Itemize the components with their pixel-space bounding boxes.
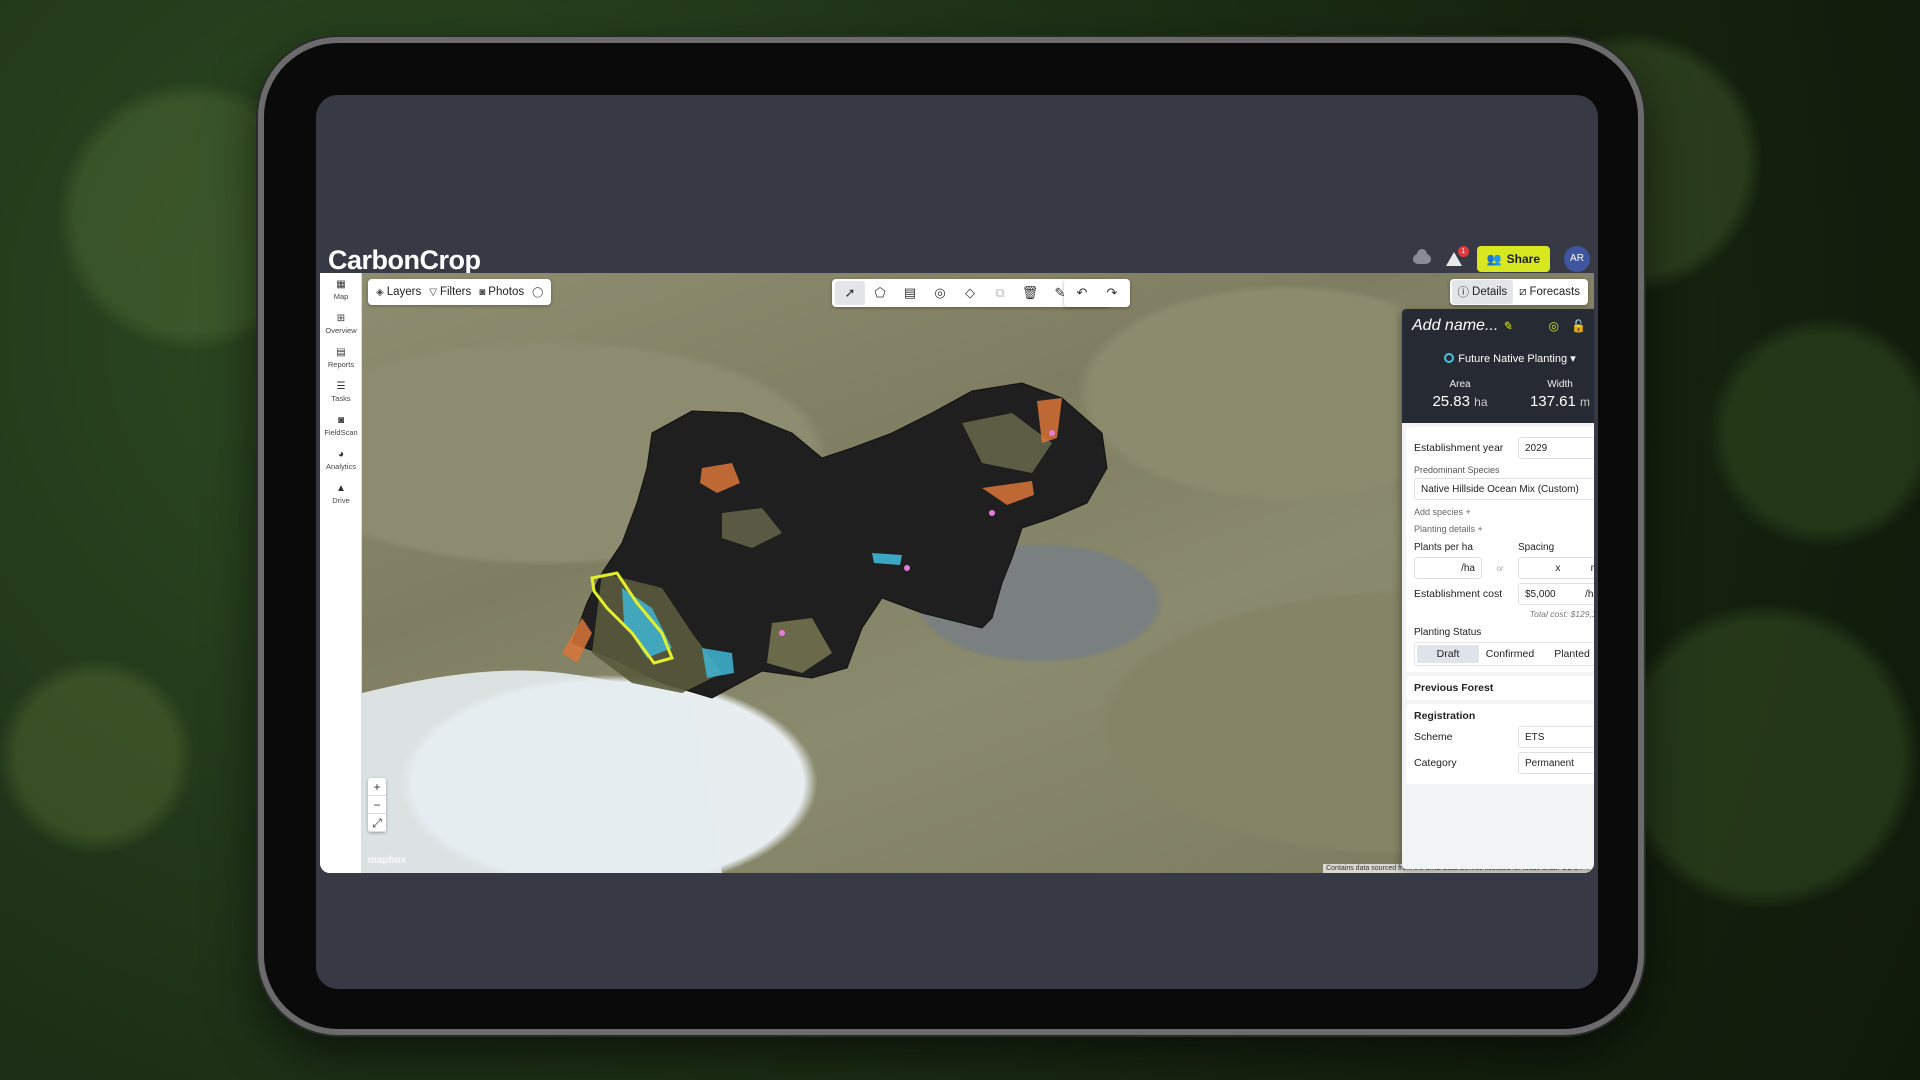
cloud-sync-icon[interactable]: [1412, 249, 1431, 264]
alert-badge: 1: [1457, 246, 1469, 257]
sidebar: ▦ Map ⊞ Overview ▤ Reports ☰ Tasks ◙ FieldSca…: [320, 273, 362, 873]
establishment-year-input[interactable]: 2029: [1518, 437, 1594, 459]
predominant-species-label: Predominant Species: [1414, 465, 1500, 475]
carboncrop-logo[interactable]: CarbonCrop: [328, 245, 481, 276]
total-cost: Total cost: $129,149: [1529, 609, 1594, 619]
target-icon[interactable]: ◎: [1549, 319, 1559, 333]
list-icon: ☰: [336, 381, 346, 392]
fill-tool-button[interactable]: ◇: [955, 281, 985, 305]
establishment-year-label: Establishment year: [1414, 442, 1504, 454]
map-icon: ▦: [336, 279, 346, 290]
pink-marker: [989, 510, 995, 516]
share-button[interactable]: 👥 Share: [1476, 246, 1550, 272]
pie-icon: ◕: [337, 449, 345, 460]
sidebar-item-overview[interactable]: ⊞ Overview: [320, 307, 362, 341]
category-select[interactable]: Permanent▾: [1518, 752, 1594, 774]
planting-type-select[interactable]: Future Native Planting ▾: [1402, 352, 1594, 365]
scheme-select[interactable]: ETS▾: [1518, 726, 1594, 748]
alert-icon[interactable]: 1: [1445, 246, 1469, 268]
unlock-icon[interactable]: 🔓: [1571, 319, 1586, 333]
comment-button[interactable]: ◯: [532, 287, 543, 298]
width-stat: Width 137.61 m: [1529, 379, 1591, 410]
zoom-in-button[interactable]: +: [368, 778, 386, 796]
status-draft[interactable]: Draft: [1417, 645, 1479, 663]
polygon-tool-button[interactable]: ⬠: [865, 281, 895, 305]
planting-card: Establishment year 2029 Predominant Spec…: [1406, 427, 1594, 672]
sidebar-item-map[interactable]: ▦ Map: [320, 273, 362, 307]
sidebar-item-reports[interactable]: ▤ Reports: [320, 341, 362, 375]
category-label: Category: [1414, 757, 1457, 769]
establishment-cost-input[interactable]: $5,000/ha: [1518, 583, 1594, 605]
pink-marker: [1049, 430, 1055, 436]
undo-redo-toolbar: ↶ ↷: [1064, 279, 1130, 307]
forecasts-button[interactable]: ⧄ Forecasts: [1513, 282, 1586, 303]
establishment-cost-label: Establishment cost: [1414, 588, 1503, 600]
photos-button[interactable]: ◙ Photos: [479, 286, 524, 298]
target-tool-button[interactable]: ◎: [925, 281, 955, 305]
chevron-down-icon: ▾: [1570, 353, 1576, 365]
map-toolbar-left: ◈ Layers ▽ Filters ◙ Photos ◯: [368, 279, 552, 305]
pink-marker: [779, 630, 785, 636]
app-body: ▦ Map ⊞ Overview ▤ Reports ☰ Tasks ◙ FieldSca…: [320, 273, 1594, 873]
details-panel: Add name...✎ ◎ 🔓 ✕ Future Native Plantin…: [1402, 309, 1594, 869]
planting-details-link[interactable]: Planting details +: [1414, 524, 1594, 534]
add-species-link[interactable]: Add species +: [1414, 507, 1594, 517]
zoom-out-button[interactable]: −: [368, 796, 386, 814]
status-planted[interactable]: Planted: [1541, 645, 1594, 663]
sea-area: [362, 670, 722, 873]
details-button[interactable]: ⓘ Details: [1451, 280, 1514, 304]
panel-header: Add name...✎ ◎ 🔓 ✕ Future Native Plantin…: [1402, 309, 1594, 423]
user-avatar[interactable]: AR: [1564, 246, 1590, 272]
filters-button[interactable]: ▽ Filters: [429, 286, 471, 298]
planting-status-toggle: Draft Confirmed Planted: [1414, 642, 1594, 666]
predominant-species-select[interactable]: Native Hillside Ocean Mix (Custom)▾: [1414, 478, 1594, 500]
delete-tool-button[interactable]: 🗑: [1015, 281, 1045, 305]
sidebar-item-analytics[interactable]: ◕ Analytics: [320, 443, 362, 477]
tablet-frame: CarbonCrop 1 👥 Share AR ▦ Map ⊞ Overview ▤…: [258, 37, 1644, 1035]
undo-button[interactable]: ↶: [1067, 281, 1097, 305]
pink-marker: [904, 565, 910, 571]
copy-tool-button[interactable]: ⧉: [985, 281, 1015, 305]
sidebar-item-fieldscan[interactable]: ◙ FieldScan: [320, 409, 362, 443]
previous-forest-section[interactable]: Previous Forest+: [1406, 676, 1594, 700]
info-icon: ⓘ: [1457, 287, 1470, 299]
filter-icon: ▽: [429, 286, 437, 298]
camera-icon: ◙: [479, 286, 486, 298]
planting-status-label: Planting Status: [1414, 627, 1482, 638]
redo-button[interactable]: ↷: [1097, 281, 1127, 305]
zoom-control: + − ⤢: [368, 778, 386, 832]
people-icon: 👥: [1486, 252, 1502, 266]
spacing-label: Spacing: [1518, 542, 1555, 553]
polygon-name[interactable]: Add name... ✎: [1412, 317, 1512, 335]
grid-icon: ⊞: [336, 313, 346, 324]
area-stat: Area 25.83 ha: [1432, 379, 1488, 410]
drive-icon: ▲: [336, 483, 346, 494]
registration-section: Registration Scheme ETS▾ Category Perman…: [1406, 704, 1594, 784]
status-confirmed[interactable]: Confirmed: [1479, 645, 1541, 663]
layers-icon: ◈: [376, 286, 384, 298]
scheme-label: Scheme: [1414, 731, 1453, 743]
planting-type-icon: [1444, 353, 1455, 363]
tablet-screen: CarbonCrop 1 👥 Share AR ▦ Map ⊞ Overview ▤…: [316, 95, 1598, 989]
compass-button[interactable]: ⤢: [368, 814, 386, 832]
mapbox-logo: mapbox: [368, 855, 407, 866]
spacing-input[interactable]: xm: [1518, 557, 1594, 579]
sidebar-item-tasks[interactable]: ☰ Tasks: [320, 375, 362, 409]
panel-toggle-toolbar: ⓘ Details ⧄ Forecasts: [1449, 279, 1588, 305]
split-tool-button[interactable]: ▤: [895, 281, 925, 305]
pencil-icon[interactable]: ✎: [1502, 319, 1512, 333]
sidebar-item-drive[interactable]: ▲ Drive: [320, 477, 362, 511]
camera-icon: ◙: [337, 415, 345, 426]
plants-per-ha-input[interactable]: /ha: [1414, 557, 1482, 579]
comment-icon: ◯: [532, 286, 544, 298]
plants-per-ha-label: Plants per ha: [1414, 542, 1473, 553]
layers-button[interactable]: ◈ Layers: [376, 286, 421, 298]
select-tool-button[interactable]: ➚: [835, 281, 865, 305]
document-icon: ▤: [336, 347, 346, 358]
chart-icon: ⧄: [1519, 285, 1527, 298]
